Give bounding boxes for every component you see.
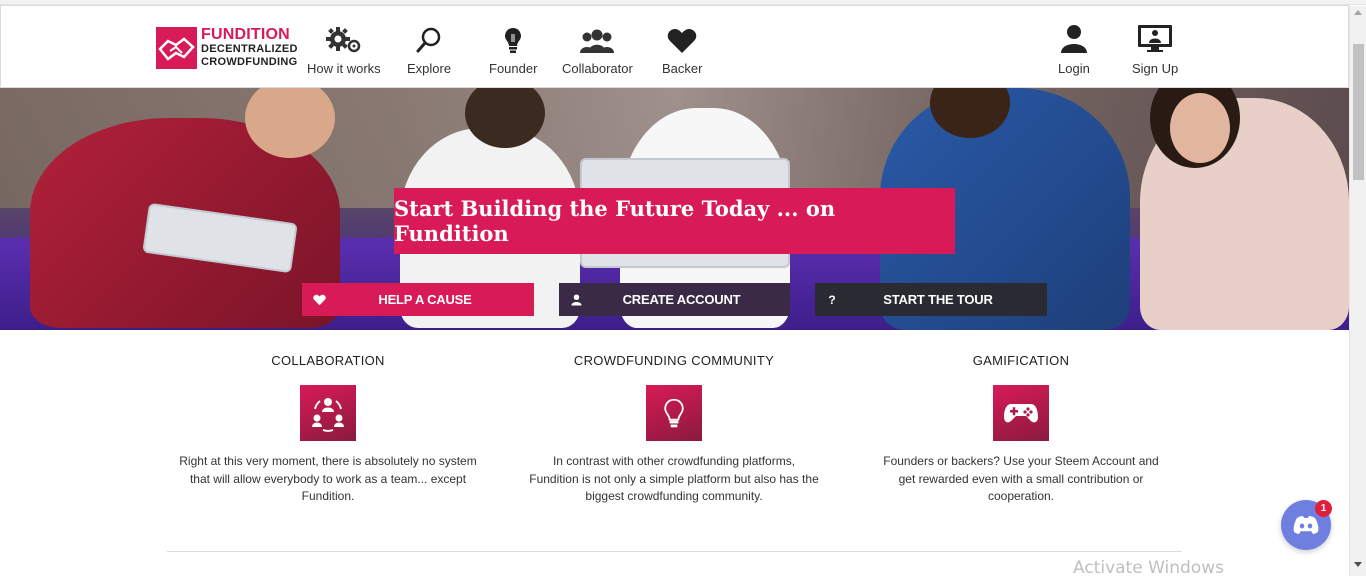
- user-icon: [1060, 24, 1088, 54]
- user-icon: [559, 294, 593, 306]
- photo-person-face: [1170, 93, 1230, 163]
- start-the-tour-button[interactable]: ? START THE TOUR: [815, 283, 1047, 316]
- team-cycle-icon: [300, 385, 356, 441]
- create-account-button[interactable]: CREATE ACCOUNT: [559, 283, 790, 316]
- site-header: FUNDITION DECENTRALIZED CROWDFUNDING How…: [0, 5, 1349, 88]
- feature-description: Right at this very moment, there is abso…: [179, 454, 477, 503]
- page: FUNDITION DECENTRALIZED CROWDFUNDING How…: [0, 0, 1366, 576]
- nav-label: Founder: [489, 61, 538, 76]
- scroll-down-arrow-icon[interactable]: [1354, 562, 1362, 567]
- discord-icon: [1293, 516, 1319, 534]
- brand-tagline-2: CROWDFUNDING: [201, 56, 298, 68]
- scroll-up-arrow-icon[interactable]: [1354, 10, 1362, 15]
- search-icon: [414, 24, 444, 54]
- hero-headline-text: Start Building the Future Today ... on F…: [394, 196, 836, 246]
- lightbulb-icon: [646, 385, 702, 441]
- nav-founder[interactable]: Founder: [489, 24, 537, 76]
- hero-headline: Start Building the Future Today ... on F…: [394, 188, 955, 254]
- nav-label: Collaborator: [562, 61, 633, 76]
- heart-icon: [667, 24, 697, 54]
- brand-tagline-1: DECENTRALIZED: [201, 43, 298, 55]
- button-label: CREATE ACCOUNT: [622, 292, 741, 307]
- nav-label: Backer: [662, 61, 703, 76]
- nav-collaborator[interactable]: Collaborator: [562, 24, 633, 76]
- feature-title: GAMIFICATION: [972, 353, 1070, 368]
- nav-label: Sign Up: [1132, 61, 1179, 76]
- os-activation-watermark: Activate Windows: [1073, 558, 1224, 576]
- heart-icon: [302, 294, 336, 306]
- nav-explore[interactable]: Explore: [407, 24, 451, 76]
- feature-collaboration: COLLABORATION Right at this very moment,…: [163, 353, 493, 506]
- nav-how-it-works[interactable]: How it works: [307, 24, 381, 76]
- button-label: HELP A CAUSE: [378, 292, 472, 307]
- nav-label: Explore: [407, 61, 452, 76]
- nav-signup[interactable]: Sign Up: [1132, 24, 1178, 76]
- gears-icon: [325, 24, 363, 54]
- help-a-cause-button[interactable]: HELP A CAUSE: [302, 283, 534, 316]
- feature-title: CROWDFUNDING COMMUNITY: [573, 353, 775, 368]
- page-scrollbar[interactable]: [1349, 6, 1366, 576]
- question-icon: ?: [828, 292, 836, 307]
- handshake-logo-icon: [156, 26, 197, 69]
- scrollbar-thumb[interactable]: [1353, 44, 1364, 180]
- lightbulb-icon: [503, 24, 523, 54]
- nav-label: How it works: [307, 61, 381, 76]
- brand-logo[interactable]: FUNDITION DECENTRALIZED CROWDFUNDING: [156, 26, 298, 69]
- notification-badge: 1: [1315, 500, 1332, 517]
- gamepad-icon: [993, 385, 1049, 441]
- feature-crowdfunding-community: CROWDFUNDING COMMUNITY In contrast with …: [509, 353, 839, 506]
- feature-description: In contrast with other crowdfunding plat…: [529, 454, 819, 503]
- brand-name: FUNDITION: [201, 26, 290, 43]
- feature-gamification: GAMIFICATION Founders or backers? Use yo…: [856, 353, 1186, 506]
- monitor-user-icon: [1137, 24, 1173, 54]
- feature-title: COLLABORATION: [271, 353, 385, 368]
- button-label: START THE TOUR: [883, 292, 993, 307]
- section-divider: [167, 551, 1182, 552]
- feature-description: Founders or backers? Use your Steem Acco…: [883, 454, 1159, 503]
- nav-login[interactable]: Login: [1058, 24, 1090, 76]
- nav-label: Login: [1058, 61, 1090, 76]
- nav-backer[interactable]: Backer: [662, 24, 702, 76]
- users-icon: [579, 24, 615, 54]
